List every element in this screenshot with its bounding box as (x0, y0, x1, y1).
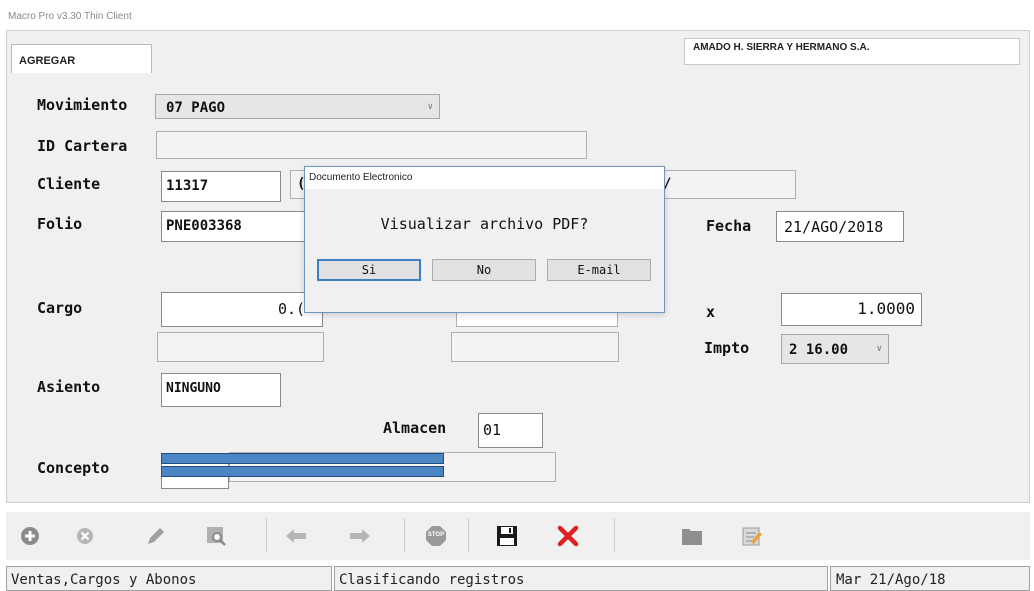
dialog-message: Visualizar archivo PDF? (380, 215, 589, 233)
fecha-field[interactable]: 21/AGO/2018 (776, 211, 904, 242)
cargo-label: Cargo (37, 299, 83, 317)
stop-icon[interactable]: STOP (424, 524, 448, 548)
status-message: Clasificando registros (334, 566, 828, 591)
concepto-dropdown-option[interactable] (161, 453, 444, 464)
edit-icon[interactable] (144, 524, 168, 548)
tipo-cambio-label: x (706, 303, 716, 321)
folio-label: Folio (37, 215, 83, 233)
stop-icon-text: STOP (427, 532, 445, 538)
chevron-down-icon: ∨ (876, 344, 882, 354)
company-name: AMADO H. SIERRA Y HERMANO S.A. (684, 38, 1020, 65)
back-arrow-icon[interactable] (284, 524, 308, 548)
tab-agregar[interactable]: AGREGAR (11, 44, 152, 73)
dialog-title: Documento Electronico (305, 167, 664, 189)
concepto-dropdown-option[interactable] (161, 466, 444, 477)
folio-field[interactable]: PNE003368 (161, 211, 311, 242)
id-cartera-field[interactable] (156, 131, 587, 159)
no-button[interactable]: No (432, 259, 536, 281)
window-title: Macro Pro v3.30 Thin Client (8, 11, 132, 22)
chevron-down-icon: ∨ (427, 101, 433, 112)
movimiento-label: Movimiento (37, 96, 128, 114)
search-icon[interactable] (204, 524, 228, 548)
status-module: Ventas,Cargos y Abonos (6, 566, 332, 591)
save-icon[interactable] (495, 524, 519, 548)
toolbar-separator (468, 518, 469, 552)
notes-icon[interactable] (740, 524, 764, 548)
add-icon[interactable] (18, 524, 42, 548)
toolbar-separator (266, 518, 267, 552)
movimiento-value: 07 PAGO (166, 100, 226, 116)
impto-select[interactable]: 2 16.00 ∨ (781, 334, 889, 364)
cargo-secondary-field[interactable] (157, 332, 324, 362)
impto-value: 2 16.00 (789, 342, 849, 358)
cancel-icon[interactable] (73, 524, 97, 548)
email-button[interactable]: E-mail (547, 259, 651, 281)
tipo-cambio-field[interactable]: 1.0000 (781, 293, 922, 326)
cargo-field[interactable]: 0.( (161, 292, 323, 327)
asiento-label: Asiento (37, 378, 101, 396)
cliente-field[interactable]: 11317 (161, 171, 281, 202)
status-date: Mar 21/Ago/18 (830, 566, 1030, 591)
almacen-label: Almacen (383, 419, 447, 437)
pdf-dialog: Documento Electronico Visualizar archivo… (304, 166, 665, 313)
fecha-label: Fecha (706, 217, 752, 235)
asiento-field[interactable]: NINGUNO (161, 373, 281, 407)
toolbar-separator (614, 518, 615, 552)
forward-arrow-icon[interactable] (348, 524, 372, 548)
toolbar-separator (404, 518, 405, 552)
id-cartera-label: ID Cartera (37, 137, 128, 155)
movimiento-select[interactable]: 07 PAGO ∨ (155, 94, 440, 119)
almacen-field[interactable]: 01 (478, 413, 543, 448)
impto-label: Impto (704, 339, 750, 357)
concepto-dropdown-list[interactable] (161, 453, 444, 478)
abono-secondary-field[interactable] (451, 332, 619, 362)
delete-icon[interactable] (556, 524, 580, 548)
folder-icon[interactable] (680, 524, 704, 548)
concepto-label: Concepto (37, 459, 110, 477)
si-button[interactable]: Si (317, 259, 421, 281)
cliente-label: Cliente (37, 175, 101, 193)
